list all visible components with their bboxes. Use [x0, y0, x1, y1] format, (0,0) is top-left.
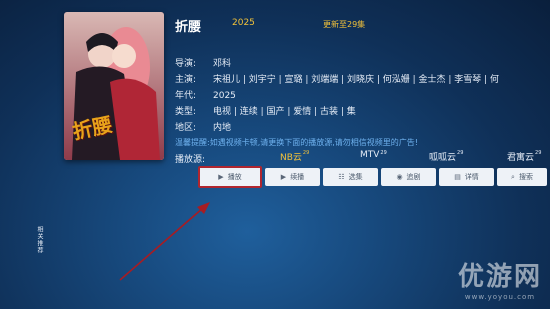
play-icon: ▶ — [218, 173, 224, 181]
year-row: 年代: 2025 — [175, 88, 236, 101]
region-row: 地区: 内地 — [175, 120, 231, 133]
source-guagua-count: 29 — [457, 150, 464, 156]
details-button-label: 详情 — [464, 173, 479, 181]
year-value: 2025 — [213, 91, 236, 101]
playback-tip: 温馨提醒:如遇视频卡顿,请更换下面的播放源,请勿相信视频里的广告! — [175, 138, 418, 147]
episodes-button-label: 选集 — [348, 173, 363, 181]
region-value: 内地 — [213, 123, 232, 133]
related-recommendations-label[interactable]: 相关推荐 — [35, 226, 44, 254]
source-nb-name: NB云 — [280, 153, 302, 163]
play-button-label: 播放 — [227, 173, 242, 181]
search-button-label: 搜索 — [518, 173, 533, 181]
source-guagua[interactable]: 呱呱云29 — [429, 150, 463, 163]
episodes-icon: ☷ — [338, 173, 345, 181]
director-label: 导演: — [175, 59, 197, 69]
follow-button-label: 追剧 — [406, 173, 421, 181]
watermark-main: 优游网 — [457, 262, 542, 292]
year-label: 年代: — [175, 91, 197, 101]
source-junyu-count: 29 — [535, 150, 542, 156]
resume-button-label: 续播 — [290, 173, 305, 181]
resume-icon: ▶ — [280, 173, 287, 181]
cast-label: 主演: — [175, 75, 197, 85]
show-year: 2025 — [232, 18, 255, 28]
source-guagua-name: 呱呱云 — [429, 153, 457, 163]
watermark-url: www.yoyou.com — [464, 293, 536, 301]
region-label: 地区: — [175, 123, 197, 133]
search-button[interactable]: ⌕ 搜索 — [497, 168, 547, 186]
genre-value: 电视 | 连续 | 国产 | 爱情 | 古装 | 集 — [213, 107, 356, 117]
resume-button[interactable]: ▶ 续播 — [265, 168, 320, 186]
director-value: 邓科 — [213, 59, 232, 69]
cast-value: 宋祖儿 | 刘宇宁 | 宣璐 | 刘端端 | 刘晓庆 | 何泓姗 | 金士杰 |… — [213, 75, 500, 85]
source-mtv-name: MTV — [360, 150, 380, 160]
watermark: 优游网 www.yoyou.com — [458, 256, 542, 301]
source-nb-count: 29 — [302, 150, 310, 156]
update-status: 更新至29集 — [323, 20, 366, 29]
director-row: 导演: 邓科 — [175, 56, 231, 69]
play-button[interactable]: ▶ 播放 — [198, 166, 262, 188]
episodes-button[interactable]: ☷ 选集 — [323, 168, 378, 186]
genre-label: 类型: — [175, 107, 197, 117]
source-mtv-count: 29 — [380, 150, 387, 156]
source-junyu[interactable]: 君寓云29 — [507, 150, 541, 163]
cast-row: 主演: 宋祖儿 | 刘宇宁 | 宣璐 | 刘端端 | 刘晓庆 | 何泓姗 | 金士… — [175, 72, 499, 85]
poster-image[interactable]: 折腰 — [64, 12, 164, 160]
follow-button[interactable]: ◉ 追剧 — [381, 168, 436, 186]
source-mtv[interactable]: MTV29 — [360, 150, 387, 160]
genre-row: 类型: 电视 | 连续 | 国产 | 爱情 | 古装 | 集 — [175, 104, 356, 117]
follow-icon: ◉ — [396, 173, 403, 181]
details-icon: ▤ — [454, 173, 461, 181]
show-title: 折腰 — [175, 20, 202, 35]
sources-label: 播放源: — [175, 155, 206, 165]
source-nb[interactable]: NB云29 — [280, 150, 309, 163]
search-icon: ⌕ — [511, 172, 515, 181]
details-button[interactable]: ▤ 详情 — [439, 168, 494, 186]
source-junyu-name: 君寓云 — [507, 153, 535, 163]
